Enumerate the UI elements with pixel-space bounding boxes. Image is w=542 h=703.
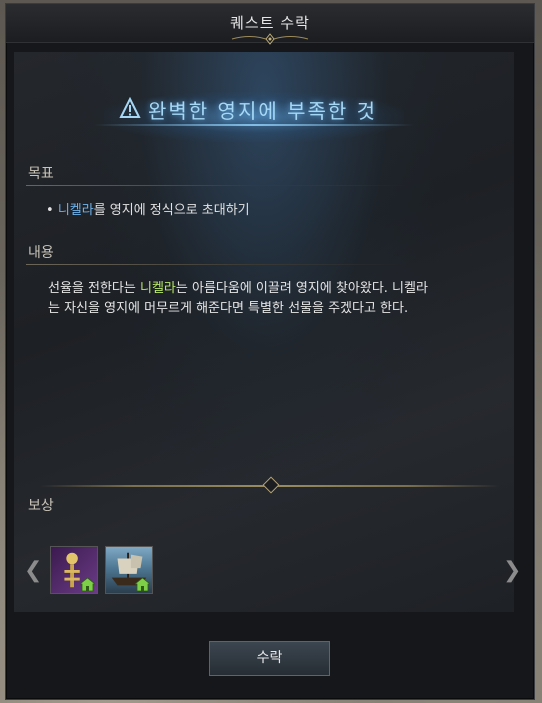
bullet: • — [46, 203, 54, 218]
objective-text: 를 영지에 정식으로 초대하기 — [93, 203, 250, 218]
reward-next-arrow-icon[interactable]: ❯ — [503, 560, 521, 582]
desc-text-3: 는 자신을 영지에 머무르게 해준다면 특별한 선물을 주겠다고 한다. — [48, 301, 409, 316]
home-badge-icon — [135, 578, 150, 591]
reward-item-lantern[interactable] — [50, 546, 98, 594]
desc-npc-name: 니켈라 — [140, 281, 176, 296]
accept-button[interactable]: 수락 — [209, 641, 330, 676]
window-title: 퀘스트 수락 — [230, 14, 310, 32]
desc-text-1: 선율을 전한다는 — [48, 281, 140, 296]
quest-title: 완벽한 영지에 부족한 것 — [148, 98, 378, 123]
quest-description: 선율을 전한다는 니켈라는 아름다움에 이끌려 영지에 찾아왔다. 니켈라 는 … — [48, 279, 488, 319]
desc-text-2: 는 아름다움에 이끌려 영지에 찾아왔다. 니켈라 — [175, 281, 428, 296]
reward-prev-arrow-icon[interactable]: ❮ — [24, 560, 42, 582]
objective-divider — [26, 185, 406, 186]
ornament-icon — [231, 33, 309, 45]
content-divider — [26, 264, 406, 265]
title-bar[interactable]: 퀘스트 수락 — [6, 4, 534, 45]
home-badge-icon — [80, 578, 95, 591]
quest-title-row: 완벽한 영지에 부족한 것 — [118, 93, 377, 125]
objective-item: • 니켈라를 영지에 정식으로 초대하기 — [46, 199, 250, 218]
quest-alert-icon — [119, 97, 141, 118]
reward-item-ship[interactable] — [105, 546, 153, 594]
objective-label: 목표 — [28, 166, 54, 182]
reward-label: 보상 — [28, 498, 54, 514]
content-label: 내용 — [28, 245, 54, 261]
npc-name-link[interactable]: 니켈라 — [58, 203, 94, 218]
